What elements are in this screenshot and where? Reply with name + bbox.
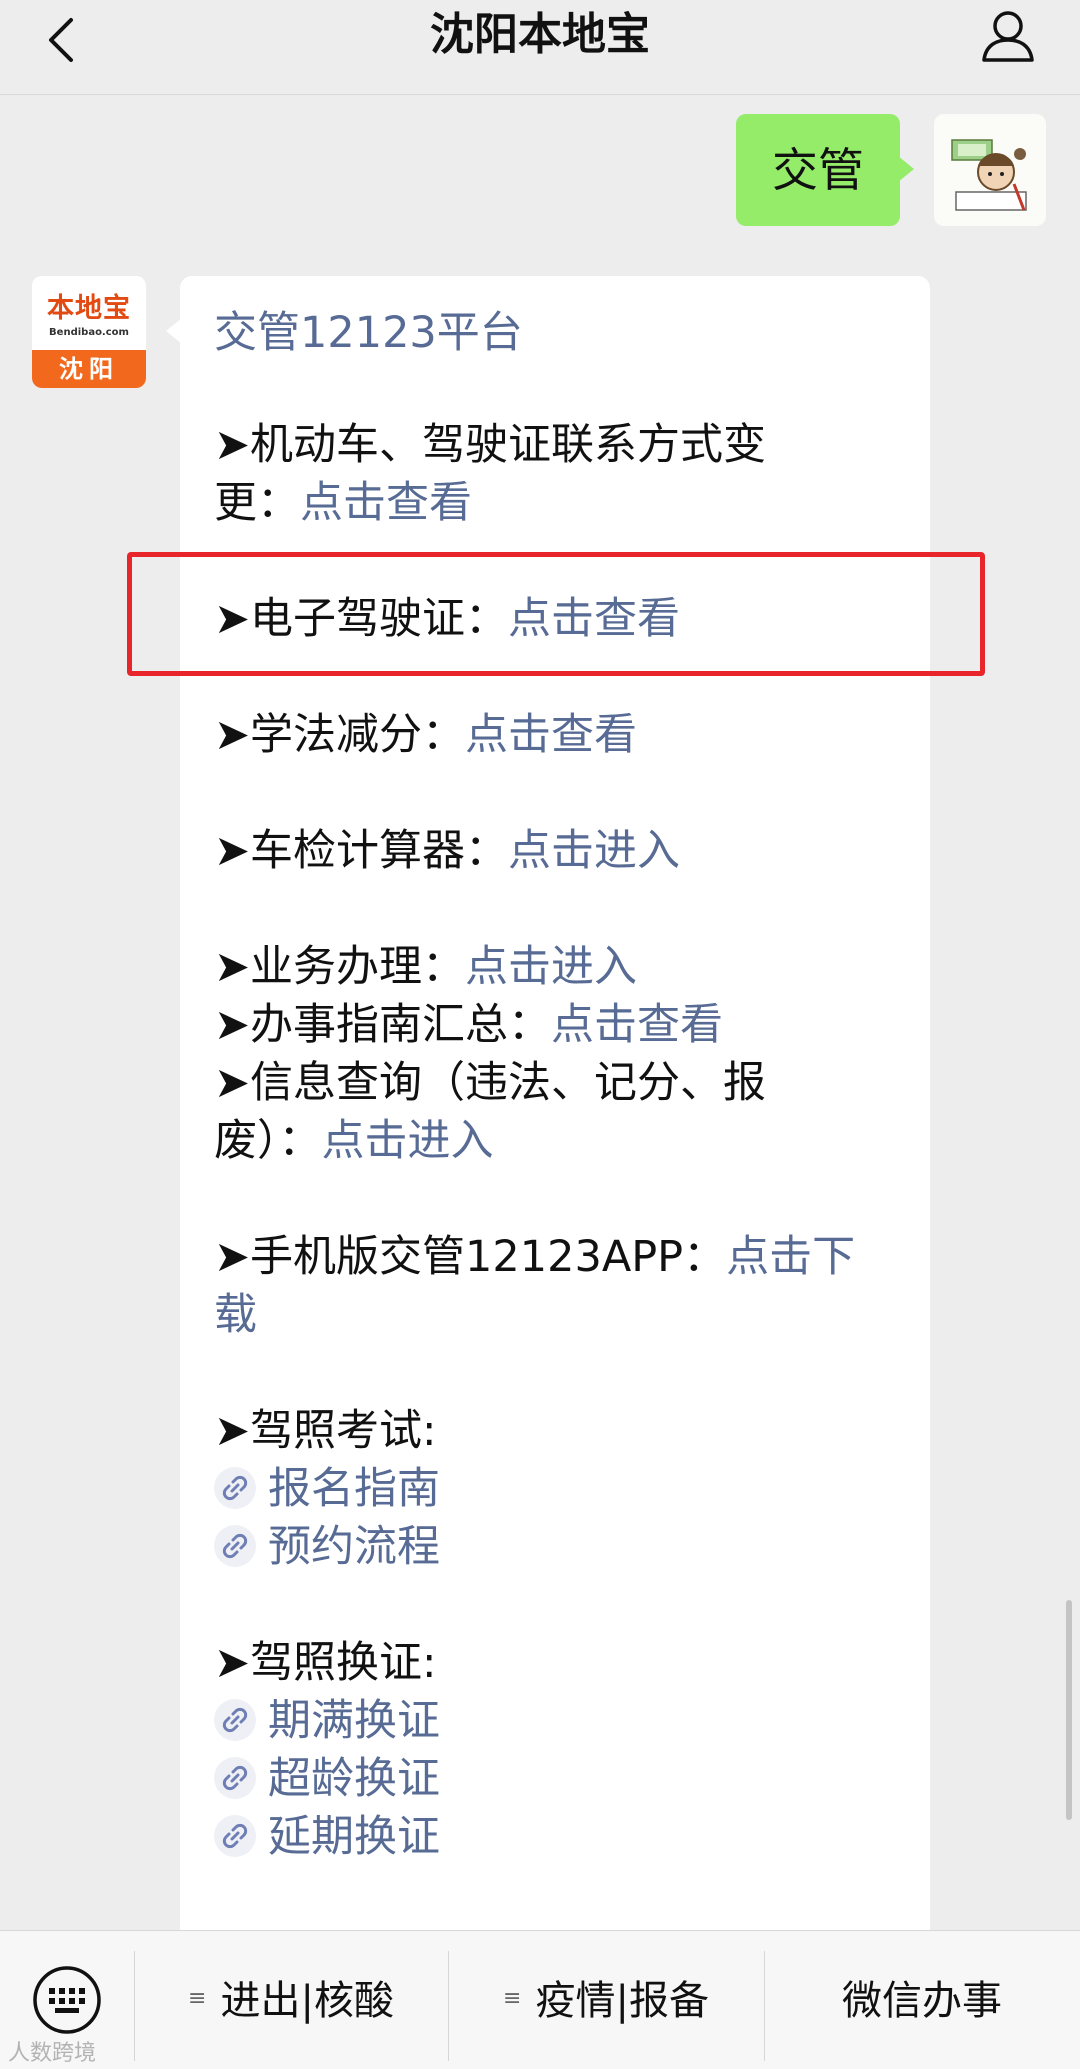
link-text[interactable]: 超龄换证 xyxy=(268,1754,440,1804)
logo-subtext: Bendibao.com xyxy=(49,327,129,338)
highlight-box xyxy=(127,552,985,676)
link-text[interactable]: 报名指南 xyxy=(268,1464,440,1514)
menu-item-epidemic-report[interactable]: ≡ 疫情|报备 xyxy=(448,1951,764,2051)
item-link[interactable]: 点击查看 xyxy=(551,1000,723,1050)
list-item: ➤机动车、驾驶证联系方式变 xyxy=(214,416,766,474)
bottom-menu-bar: ≡ 进出|核酸 ≡ 疫情|报备 微信办事 人数跨境 xyxy=(0,1930,1080,2069)
list-item: ➤学法减分：点击查看 xyxy=(214,706,637,764)
item-link[interactable]: 点击进入 xyxy=(508,826,680,876)
list-item: 废）：点击进入 xyxy=(214,1112,494,1170)
page-title: 沈阳本地宝 xyxy=(430,9,650,60)
renewal-link[interactable]: 延期换证 xyxy=(214,1808,440,1866)
item-link[interactable]: 点击进入 xyxy=(322,1116,494,1166)
item-text: 车检计算器： xyxy=(250,826,509,876)
exam-link[interactable]: 预约流程 xyxy=(214,1518,440,1576)
item-text: 业务办理： xyxy=(250,942,466,992)
list-item: ➤车检计算器：点击进入 xyxy=(214,822,680,880)
person-icon[interactable] xyxy=(976,4,1040,68)
renewal-link[interactable]: 期满换证 xyxy=(214,1692,440,1750)
item-prefix: ➤ xyxy=(214,826,251,876)
scrollbar[interactable] xyxy=(1066,1600,1072,1820)
link-text[interactable]: 延期换证 xyxy=(268,1812,440,1862)
menu-item-label: 微信办事 xyxy=(842,1978,1002,2024)
link-icon xyxy=(214,1466,256,1509)
link-icon xyxy=(214,1814,256,1857)
exam-link[interactable]: 报名指南 xyxy=(214,1460,440,1518)
item-text: 机动车、驾驶证联系方式变 xyxy=(250,420,767,470)
list-item: ➤办事指南汇总：点击查看 xyxy=(214,996,723,1054)
item-prefix: ➤ xyxy=(214,942,251,992)
item-prefix: ➤ xyxy=(214,420,251,470)
item-text: 学法减分： xyxy=(250,710,466,760)
item-link[interactable]: 点击下 xyxy=(726,1232,855,1282)
message-title: 交管12123平台 xyxy=(214,308,523,358)
list-item: ➤手机版交管12123APP：点击下 xyxy=(214,1228,855,1286)
menu-list-icon: ≡ xyxy=(188,1986,207,2011)
menu-item-label: 疫情|报备 xyxy=(535,1978,709,2024)
item-link[interactable]: 点击查看 xyxy=(465,710,637,760)
logo-text: 本地宝 xyxy=(47,293,131,324)
link-icon xyxy=(214,1524,256,1567)
bot-avatar[interactable]: 本地宝 Bendibao.com 沈阳 xyxy=(32,276,146,388)
renewal-heading: ➤驾照换证: xyxy=(214,1638,437,1688)
menu-list-icon: ≡ xyxy=(503,1986,522,2011)
item-text: 信息查询（违法、记分、报 xyxy=(250,1058,767,1108)
menu-item-nucleic-acid[interactable]: ≡ 进出|核酸 xyxy=(134,1951,448,2051)
exam-heading: ➤驾照考试: xyxy=(214,1406,437,1456)
user-avatar[interactable] xyxy=(934,114,1046,226)
renewal-link[interactable]: 超龄换证 xyxy=(214,1750,440,1808)
link-icon xyxy=(214,1698,256,1741)
item-link[interactable]: 点击进入 xyxy=(465,942,637,992)
link-text[interactable]: 预约流程 xyxy=(268,1522,440,1572)
list-item: ➤业务办理：点击进入 xyxy=(214,938,637,996)
list-item: 更：点击查看 xyxy=(214,474,472,532)
item-text: 废）： xyxy=(214,1116,322,1166)
item-prefix: ➤ xyxy=(214,1000,251,1050)
link-text[interactable]: 期满换证 xyxy=(268,1696,440,1746)
bot-message-bubble: 交管12123平台 ➤机动车、驾驶证联系方式变 更：点击查看 ➤电子驾驶证：点击… xyxy=(166,276,930,1976)
menu-item-wechat-services[interactable]: 微信办事 xyxy=(764,1951,1080,2051)
user-message-bubble: 交管 xyxy=(736,114,914,226)
item-prefix: ➤ xyxy=(214,710,251,760)
menu-item-label: 进出|核酸 xyxy=(220,1978,394,2024)
list-item: ➤信息查询（违法、记分、报 xyxy=(214,1054,766,1112)
watermark: 人数跨境 xyxy=(8,2041,97,2066)
item-text: 更： xyxy=(214,478,300,528)
item-prefix: ➤ xyxy=(214,1232,251,1282)
item-prefix: ➤ xyxy=(214,1058,251,1108)
item-link[interactable]: 点击查看 xyxy=(300,478,472,528)
bendibao-logo: 本地宝 Bendibao.com xyxy=(32,276,146,350)
logo-city: 沈阳 xyxy=(32,350,146,388)
item-link[interactable]: 载 xyxy=(214,1286,257,1344)
nav-bar: 沈阳本地宝 xyxy=(0,0,1080,95)
item-text: 办事指南汇总： xyxy=(250,1000,552,1050)
item-text: 手机版交管12123APP： xyxy=(250,1232,727,1282)
link-icon xyxy=(214,1756,256,1799)
